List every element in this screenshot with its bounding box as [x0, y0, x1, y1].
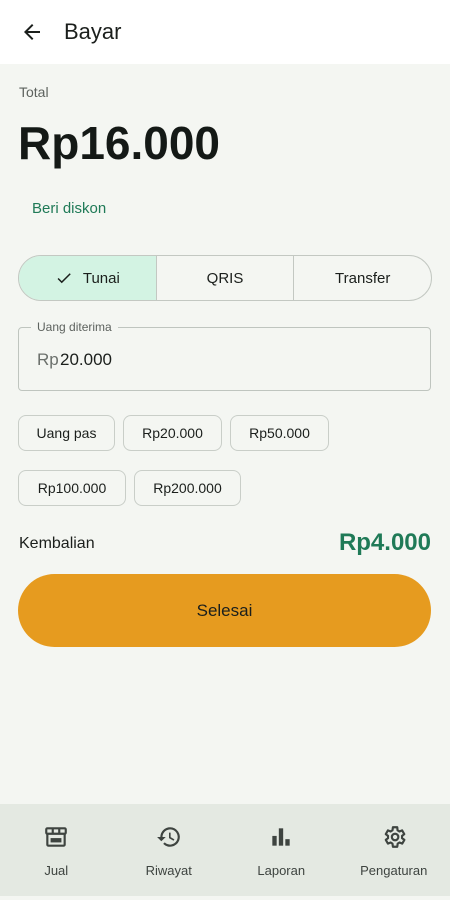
total-amount: Rp16.000 — [18, 117, 221, 169]
give-discount-button[interactable]: Beri diskon — [32, 200, 106, 217]
quick-amount-20000-button[interactable]: Rp20.000 — [123, 415, 222, 451]
amount-received-label: Uang diterima — [31, 320, 118, 334]
finish-button[interactable]: Selesai — [18, 574, 431, 647]
arrow-back-icon — [24, 24, 40, 40]
nav-item-riwayat[interactable]: Riwayat — [113, 804, 226, 896]
payment-option-tunai[interactable]: Tunai — [19, 256, 156, 300]
nav-label: Jual — [44, 863, 69, 878]
check-icon — [55, 269, 73, 287]
quick-amount-exact-button[interactable]: Uang pas — [18, 415, 115, 451]
payment-option-qris[interactable]: QRIS — [155, 256, 294, 300]
change-amount: Rp4.000 — [338, 529, 431, 556]
nav-item-jual[interactable]: Jual — [0, 804, 113, 896]
history-icon — [156, 824, 182, 850]
payment-option-label: Tunai — [82, 269, 120, 287]
page-title: Bayar — [64, 19, 122, 44]
nav-label: Laporan — [257, 863, 306, 878]
amount-received-input[interactable]: 20.000 — [60, 350, 112, 370]
nav-label: Riwayat — [145, 863, 192, 878]
quick-amount-100000-button[interactable]: Rp100.000 — [18, 470, 126, 506]
bottom-navigation: Jual Riwayat Laporan Pengaturan — [0, 804, 450, 896]
quick-amount-50000-button[interactable]: Rp50.000 — [230, 415, 329, 451]
payment-method-selector: Tunai QRIS Transfer — [18, 255, 432, 301]
gear-icon — [381, 824, 407, 850]
back-button[interactable] — [12, 12, 52, 52]
payment-option-transfer[interactable]: Transfer — [293, 256, 431, 300]
store-icon — [43, 824, 69, 850]
currency-prefix: Rp — [37, 350, 59, 369]
amount-received-field[interactable]: Uang diterima Rp 20.000 — [18, 320, 431, 391]
quick-amount-200000-button[interactable]: Rp200.000 — [134, 470, 241, 506]
bar-chart-icon — [268, 824, 294, 850]
nav-item-laporan[interactable]: Laporan — [225, 804, 338, 896]
total-label: Total — [19, 84, 49, 100]
finish-button-label: Selesai — [196, 600, 253, 620]
app-bar: Bayar — [0, 0, 450, 64]
payment-option-label: QRIS — [206, 269, 244, 287]
nav-label: Pengaturan — [360, 863, 428, 878]
nav-item-pengaturan[interactable]: Pengaturan — [338, 804, 450, 896]
payment-option-label: Transfer — [335, 269, 391, 287]
change-label: Kembalian — [19, 535, 95, 552]
